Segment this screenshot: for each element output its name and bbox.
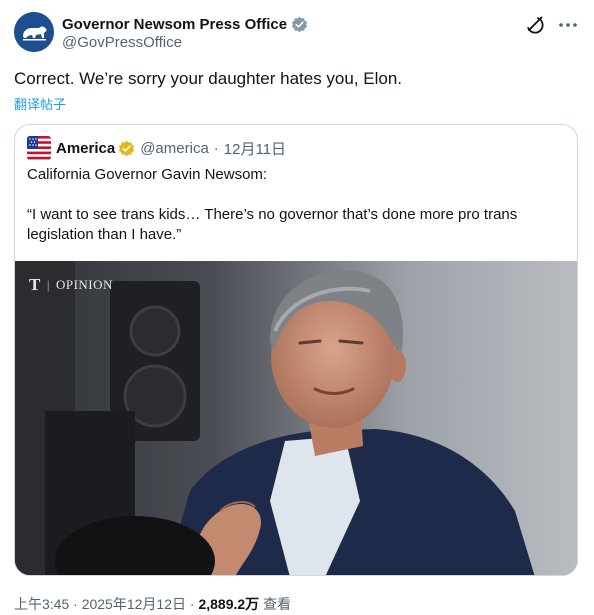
grok-button[interactable] (524, 14, 546, 36)
quoted-tweet-card[interactable]: America @america · 12月11日 California Gov… (14, 124, 578, 576)
california-bear-icon (14, 12, 54, 52)
nyt-opinion-watermark: T | OPINION (29, 275, 113, 295)
author-name-row: Governor Newsom Press Office (62, 14, 308, 34)
views-count: 2,889.2万 (198, 596, 260, 612)
tweet-date[interactable]: 2025年12月12日 (82, 596, 186, 612)
meta-separator: · (213, 139, 219, 157)
watermark-label: OPINION (55, 277, 113, 292)
more-options-button[interactable] (556, 14, 580, 36)
meta-separator: · (73, 596, 78, 612)
us-flag-icon (27, 136, 51, 160)
tweet-meta-row: 上午3:45 · 2025年12月12日 · 2,889.2万 查看 (14, 594, 291, 614)
gold-verified-badge-icon (119, 140, 135, 156)
author-handle[interactable]: @GovPressOffice (62, 34, 182, 51)
grok-icon (527, 16, 544, 34)
nyt-logo-icon: T (29, 275, 41, 294)
more-dots-icon (559, 23, 577, 27)
quoted-author-name[interactable]: America (56, 140, 115, 157)
translate-post-link[interactable]: 翻译帖子 (14, 94, 66, 113)
gray-verified-badge-icon (292, 16, 308, 32)
avatar[interactable] (14, 12, 54, 52)
quoted-tweet-header: America @america · 12月11日 (27, 136, 286, 160)
quoted-text-quote: “I want to see trans kids… There’s no go… (27, 206, 518, 243)
quoted-text-line1: California Governor Gavin Newsom: (27, 166, 268, 183)
watermark-divider: | (46, 277, 50, 292)
video-still-image (15, 261, 577, 575)
author-name[interactable]: Governor Newsom Press Office (62, 16, 287, 33)
tweet-header: Governor Newsom Press Office @GovPressOf… (14, 12, 580, 56)
us-flag-avatar[interactable] (27, 136, 51, 160)
quoted-date[interactable]: 12月11日 (224, 138, 286, 159)
quoted-author-handle[interactable]: @america (140, 140, 209, 157)
views-label: 查看 (263, 596, 292, 612)
meta-separator: · (189, 596, 195, 612)
quoted-video-media[interactable]: T | OPINION (15, 261, 577, 575)
tweet-text: Correct. We’re sorry your daughter hates… (14, 69, 403, 88)
tweet-time[interactable]: 上午3:45 (14, 596, 69, 612)
